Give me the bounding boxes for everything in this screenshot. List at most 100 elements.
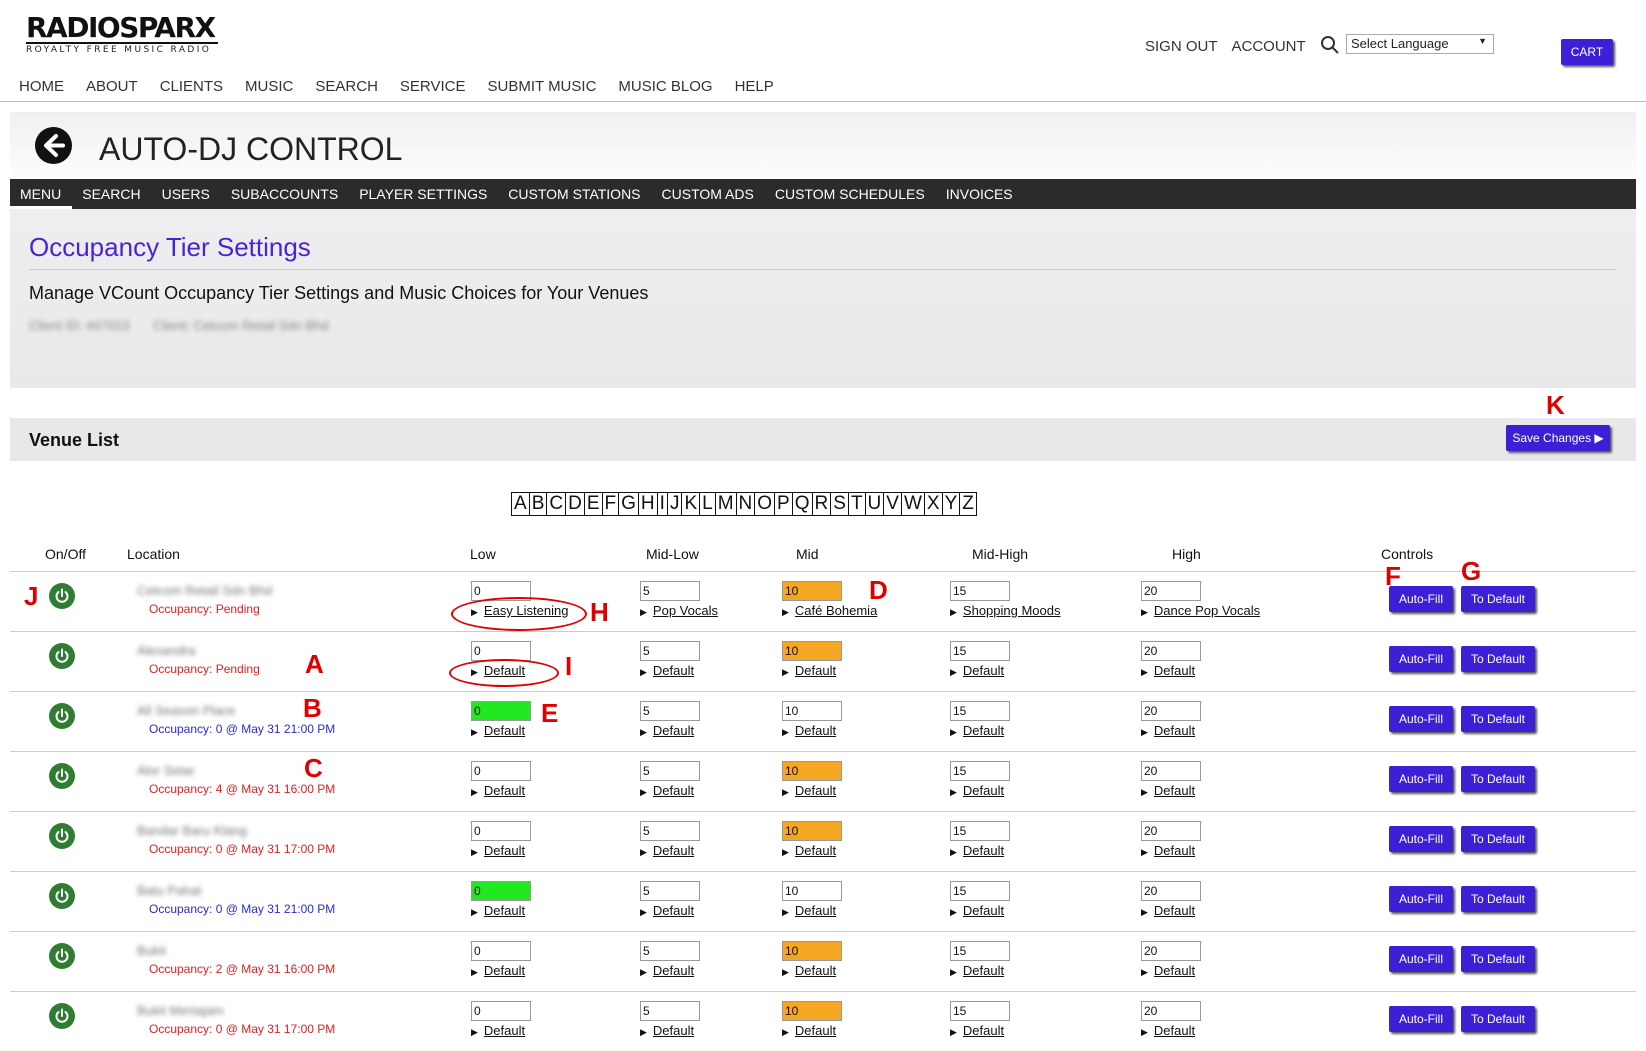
- tier-mid-high-music-link[interactable]: ▶ Default: [950, 663, 1090, 678]
- tier-high-input[interactable]: 20: [1141, 941, 1201, 961]
- tier-low-music-link[interactable]: ▶ Default: [471, 963, 611, 978]
- tier-mid-input[interactable]: 10: [782, 761, 842, 781]
- auto-fill-button[interactable]: Auto-Fill: [1389, 766, 1453, 792]
- letter-filter-m[interactable]: M: [716, 493, 737, 515]
- nav-item-clients[interactable]: CLIENTS: [160, 78, 223, 95]
- to-default-button[interactable]: To Default: [1461, 766, 1535, 792]
- tier-mid-high-music-link[interactable]: ▶ Default: [950, 963, 1090, 978]
- power-toggle-icon[interactable]: [49, 643, 75, 669]
- tier-mid-music-link[interactable]: ▶ Default: [782, 663, 922, 678]
- tier-high-input[interactable]: 20: [1141, 761, 1201, 781]
- auto-fill-button[interactable]: Auto-Fill: [1389, 706, 1453, 732]
- nav-item-music[interactable]: MUSIC: [245, 78, 293, 95]
- subnav-item-custom-schedules[interactable]: CUSTOM SCHEDULES: [775, 179, 925, 209]
- tier-high-music-link[interactable]: ▶ Default: [1141, 663, 1281, 678]
- tier-high-music-link[interactable]: ▶ Default: [1141, 903, 1281, 918]
- tier-mid-music-link[interactable]: ▶ Default: [782, 903, 922, 918]
- tier-high-music-link[interactable]: ▶ Default: [1141, 723, 1281, 738]
- tier-low-input[interactable]: 0: [471, 881, 531, 901]
- tier-low-music-link[interactable]: ▶ Default: [471, 903, 611, 918]
- tier-mid-low-music-link[interactable]: ▶ Default: [640, 1023, 780, 1038]
- power-toggle-icon[interactable]: [49, 763, 75, 789]
- auto-fill-button[interactable]: Auto-Fill: [1389, 646, 1453, 672]
- tier-low-input[interactable]: 0: [471, 641, 531, 661]
- tier-mid-high-input[interactable]: 15: [950, 701, 1010, 721]
- letter-filter-k[interactable]: K: [682, 493, 701, 515]
- tier-mid-high-input[interactable]: 15: [950, 1001, 1010, 1021]
- tier-high-music-link[interactable]: ▶ Default: [1141, 783, 1281, 798]
- letter-filter-z[interactable]: Z: [960, 493, 976, 515]
- tier-high-music-link[interactable]: ▶ Default: [1141, 963, 1281, 978]
- tier-low-input[interactable]: 0: [471, 821, 531, 841]
- tier-mid-low-input[interactable]: 5: [640, 761, 700, 781]
- to-default-button[interactable]: To Default: [1461, 946, 1535, 972]
- tier-mid-input[interactable]: 10: [782, 581, 842, 601]
- save-changes-button[interactable]: Save Changes ▶: [1506, 425, 1610, 451]
- letter-filter-b[interactable]: B: [530, 493, 548, 515]
- search-icon[interactable]: [1320, 35, 1342, 57]
- power-toggle-icon[interactable]: [49, 703, 75, 729]
- subnav-item-invoices[interactable]: INVOICES: [946, 179, 1013, 209]
- tier-mid-input[interactable]: 10: [782, 641, 842, 661]
- tier-mid-input[interactable]: 10: [782, 881, 842, 901]
- letter-filter-a[interactable]: A: [512, 493, 530, 515]
- to-default-button[interactable]: To Default: [1461, 1006, 1535, 1032]
- tier-mid-low-music-link[interactable]: ▶ Pop Vocals: [640, 603, 780, 618]
- tier-mid-low-input[interactable]: 5: [640, 701, 700, 721]
- tier-mid-low-input[interactable]: 5: [640, 641, 700, 661]
- subnav-item-search[interactable]: SEARCH: [82, 179, 140, 209]
- letter-filter-j[interactable]: J: [668, 493, 683, 515]
- nav-item-help[interactable]: HELP: [735, 78, 774, 95]
- nav-item-service[interactable]: SERVICE: [400, 78, 466, 95]
- tier-mid-high-input[interactable]: 15: [950, 821, 1010, 841]
- letter-filter-y[interactable]: Y: [943, 493, 961, 515]
- tier-mid-high-music-link[interactable]: ▶ Default: [950, 903, 1090, 918]
- tier-high-input[interactable]: 20: [1141, 581, 1201, 601]
- tier-low-music-link[interactable]: ▶ Default: [471, 843, 611, 858]
- power-toggle-icon[interactable]: [49, 823, 75, 849]
- tier-low-input[interactable]: 0: [471, 701, 531, 721]
- letter-filter-f[interactable]: F: [603, 493, 620, 515]
- power-toggle-icon[interactable]: [49, 883, 75, 909]
- tier-mid-music-link[interactable]: ▶ Default: [782, 843, 922, 858]
- back-arrow-icon[interactable]: [35, 127, 72, 164]
- radiosparx-logo[interactable]: RADIOSPARX ROYALTY FREE MUSIC RADIO: [26, 14, 218, 55]
- tier-mid-music-link[interactable]: ▶ Default: [782, 1023, 922, 1038]
- tier-mid-input[interactable]: 10: [782, 701, 842, 721]
- tier-mid-high-input[interactable]: 15: [950, 641, 1010, 661]
- to-default-button[interactable]: To Default: [1461, 586, 1535, 612]
- letter-filter-x[interactable]: X: [925, 493, 943, 515]
- letter-filter-e[interactable]: E: [585, 493, 603, 515]
- tier-low-input[interactable]: 0: [471, 941, 531, 961]
- tier-mid-low-input[interactable]: 5: [640, 821, 700, 841]
- tier-mid-low-input[interactable]: 5: [640, 941, 700, 961]
- to-default-button[interactable]: To Default: [1461, 826, 1535, 852]
- tier-mid-high-input[interactable]: 15: [950, 581, 1010, 601]
- tier-high-input[interactable]: 20: [1141, 881, 1201, 901]
- auto-fill-button[interactable]: Auto-Fill: [1389, 1006, 1453, 1032]
- to-default-button[interactable]: To Default: [1461, 706, 1535, 732]
- tier-mid-input[interactable]: 10: [782, 821, 842, 841]
- power-toggle-icon[interactable]: [49, 583, 75, 609]
- tier-low-input[interactable]: 0: [471, 761, 531, 781]
- subnav-item-player-settings[interactable]: PLAYER SETTINGS: [359, 179, 487, 209]
- subnav-item-custom-stations[interactable]: CUSTOM STATIONS: [508, 179, 640, 209]
- tier-mid-low-music-link[interactable]: ▶ Default: [640, 723, 780, 738]
- tier-low-input[interactable]: 0: [471, 1001, 531, 1021]
- letter-filter-i[interactable]: I: [658, 493, 668, 515]
- letter-filter-l[interactable]: L: [700, 493, 716, 515]
- tier-mid-low-input[interactable]: 5: [640, 1001, 700, 1021]
- letter-filter-g[interactable]: G: [619, 493, 639, 515]
- letter-filter-r[interactable]: R: [813, 493, 832, 515]
- auto-fill-button[interactable]: Auto-Fill: [1389, 886, 1453, 912]
- language-select[interactable]: Select Language ▼: [1346, 34, 1494, 54]
- tier-mid-low-music-link[interactable]: ▶ Default: [640, 963, 780, 978]
- tier-mid-low-music-link[interactable]: ▶ Default: [640, 663, 780, 678]
- tier-mid-music-link[interactable]: ▶ Default: [782, 783, 922, 798]
- tier-mid-high-music-link[interactable]: ▶ Default: [950, 843, 1090, 858]
- tier-mid-high-input[interactable]: 15: [950, 881, 1010, 901]
- tier-mid-music-link[interactable]: ▶ Default: [782, 723, 922, 738]
- power-toggle-icon[interactable]: [49, 1003, 75, 1029]
- tier-high-input[interactable]: 20: [1141, 641, 1201, 661]
- tier-low-music-link[interactable]: ▶ Default: [471, 1023, 611, 1038]
